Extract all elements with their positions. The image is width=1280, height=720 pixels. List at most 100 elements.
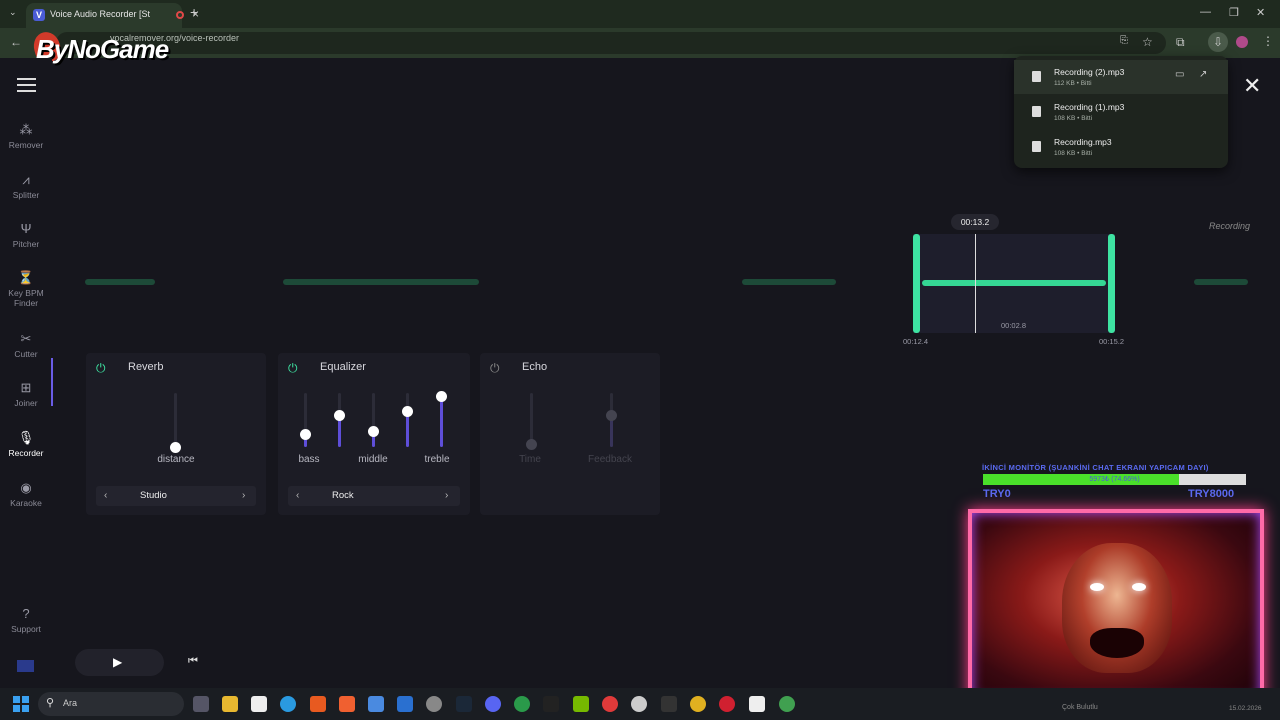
- playhead[interactable]: [975, 234, 976, 333]
- back-icon[interactable]: ←: [10, 35, 22, 49]
- echo-power-icon[interactable]: ⏻: [490, 361, 500, 376]
- file-explorer-icon[interactable]: [222, 696, 238, 712]
- slider-knob[interactable]: [368, 425, 379, 437]
- reverb-power-icon[interactable]: ⏻: [96, 361, 106, 376]
- capcut-icon[interactable]: [749, 696, 765, 712]
- selection-start-handle[interactable]: [913, 234, 920, 333]
- downloads-icon[interactable]: ⇩: [1208, 32, 1228, 52]
- echo-time-slider[interactable]: [526, 393, 537, 451]
- open-external-icon[interactable]: ↗: [1199, 69, 1207, 80]
- steam-icon[interactable]: [456, 696, 472, 712]
- waveform-segment: [742, 279, 836, 285]
- nvidia-icon[interactable]: [573, 696, 589, 712]
- watermark-logo: ByNoGame: [36, 34, 169, 64]
- slider-knob[interactable]: [436, 390, 447, 402]
- chrome-icon[interactable]: [690, 696, 706, 712]
- capcut-icon[interactable]: [251, 696, 267, 712]
- app-icon[interactable]: [602, 696, 618, 712]
- obs-icon[interactable]: [426, 696, 442, 712]
- goal-max-label: TRY8000: [1188, 488, 1235, 500]
- extensions-icon[interactable]: ⧉: [1176, 35, 1185, 50]
- sidebar-item-remover[interactable]: ⁂ Remover: [0, 122, 52, 150]
- outlook-icon[interactable]: [397, 696, 413, 712]
- equalizer-title: Equalizer: [320, 361, 366, 373]
- sidebar-item-karaoke[interactable]: ◉ Karaoke: [0, 480, 52, 508]
- discord-icon[interactable]: [485, 696, 501, 712]
- app-icon[interactable]: [631, 696, 647, 712]
- epic-games-icon[interactable]: [661, 696, 677, 712]
- store-icon[interactable]: [368, 696, 384, 712]
- record-icon: ◉: [20, 480, 32, 495]
- waveform-segment: [1194, 279, 1248, 285]
- preset-prev-icon[interactable]: ‹: [104, 490, 107, 501]
- eq-band-slider[interactable]: [334, 393, 345, 447]
- sidebar-item-recorder[interactable]: 🎙 Recorder: [0, 430, 52, 458]
- reverb-distance-slider[interactable]: [170, 393, 181, 453]
- restore-icon[interactable]: ❐: [1229, 6, 1239, 19]
- close-button[interactable]: ✕: [1243, 73, 1261, 99]
- eq-band-slider[interactable]: [368, 393, 379, 447]
- slider-knob[interactable]: [606, 409, 617, 421]
- avatar-eye: [1090, 583, 1104, 591]
- preset-next-icon[interactable]: ›: [445, 490, 448, 501]
- play-button[interactable]: ▶: [75, 649, 164, 676]
- sidebar-item-joiner[interactable]: ⊞ Joiner: [0, 380, 52, 408]
- browser-tab[interactable]: V Voice Audio Recorder [Stere ×: [26, 3, 199, 28]
- new-tab-button[interactable]: +: [190, 4, 198, 20]
- eq-band-slider[interactable]: [436, 390, 447, 447]
- equalizer-preset-selector[interactable]: ‹ Rock ›: [288, 486, 460, 506]
- slider-knob[interactable]: [526, 439, 537, 451]
- eq-band-slider[interactable]: [402, 393, 413, 447]
- slider-knob[interactable]: [300, 428, 311, 440]
- amd-icon[interactable]: [543, 696, 559, 712]
- sidebar-item-key-bpm-finder[interactable]: ⏳ Key BPM Finder: [0, 270, 52, 308]
- slider-knob[interactable]: [170, 442, 181, 453]
- preset-next-icon[interactable]: ›: [242, 490, 245, 501]
- task-view-icon[interactable]: [193, 696, 209, 712]
- sidebar-item-support[interactable]: ? Support: [0, 606, 52, 634]
- language-flag-icon[interactable]: [17, 660, 34, 672]
- slider-knob[interactable]: [334, 409, 345, 421]
- tab-list-icon[interactable]: ⌄: [9, 7, 17, 18]
- download-item[interactable]: Recording.mp3 108 KB • Bitti: [1014, 130, 1228, 164]
- skip-to-start-button[interactable]: ⏮: [188, 655, 198, 668]
- xbox-icon[interactable]: [514, 696, 530, 712]
- opera-icon[interactable]: [719, 696, 735, 712]
- feedback-label: Feedback: [588, 454, 632, 465]
- brave-icon[interactable]: [339, 696, 355, 712]
- equalizer-power-icon[interactable]: ⏻: [288, 361, 298, 376]
- microphone-icon: 🎙: [17, 430, 35, 445]
- translate-icon[interactable]: ⎘: [1120, 35, 1128, 46]
- slider-knob[interactable]: [402, 405, 413, 417]
- download-item[interactable]: Recording (2).mp3 112 KB • Bitti ▭ ↗: [1014, 60, 1228, 94]
- sidebar-item-pitcher[interactable]: Ψ Pitcher: [0, 221, 52, 249]
- joiner-icon: ⊞: [20, 380, 32, 395]
- reverb-preset-selector[interactable]: ‹ Studio ›: [96, 486, 256, 506]
- sidebar-item-splitter[interactable]: ⩘ Splitter: [0, 172, 52, 200]
- menu-kebab-icon[interactable]: ⋮: [1262, 34, 1274, 48]
- folder-icon[interactable]: ▭: [1175, 69, 1184, 80]
- preset-prev-icon[interactable]: ‹: [296, 490, 299, 501]
- echo-feedback-slider[interactable]: [606, 393, 617, 447]
- tab-title: Voice Audio Recorder [Stere: [50, 9, 150, 19]
- sidebar-item-cutter[interactable]: ✂ Cutter: [0, 331, 52, 359]
- taskbar-search[interactable]: ⚲ Ara: [38, 692, 184, 716]
- hamburger-menu-icon[interactable]: [17, 78, 36, 92]
- selection-region[interactable]: [913, 234, 1115, 333]
- chrome-active-icon[interactable]: [779, 696, 795, 712]
- sidebar: ⁂ Remover ⩘ Splitter Ψ Pitcher ⏳ Key BPM…: [0, 58, 52, 688]
- download-item[interactable]: Recording (1).mp3 108 KB • Bitti: [1014, 95, 1228, 129]
- app-icon[interactable]: [310, 696, 326, 712]
- waveform-segment: [283, 279, 479, 285]
- goal-min-label: TRY0: [983, 488, 1011, 500]
- edge-icon[interactable]: [280, 696, 296, 712]
- windows-start-icon[interactable]: [13, 696, 29, 712]
- selection-end-time: 00:15.2: [1099, 337, 1125, 346]
- window-close-icon[interactable]: ✕: [1256, 6, 1265, 19]
- selection-end-handle[interactable]: [1108, 234, 1115, 333]
- bookmark-star-icon[interactable]: ☆: [1142, 35, 1153, 49]
- profile-avatar[interactable]: [1236, 36, 1248, 48]
- eq-band-slider[interactable]: [300, 393, 311, 447]
- file-icon: [1032, 71, 1041, 82]
- minimize-icon[interactable]: —: [1200, 6, 1211, 18]
